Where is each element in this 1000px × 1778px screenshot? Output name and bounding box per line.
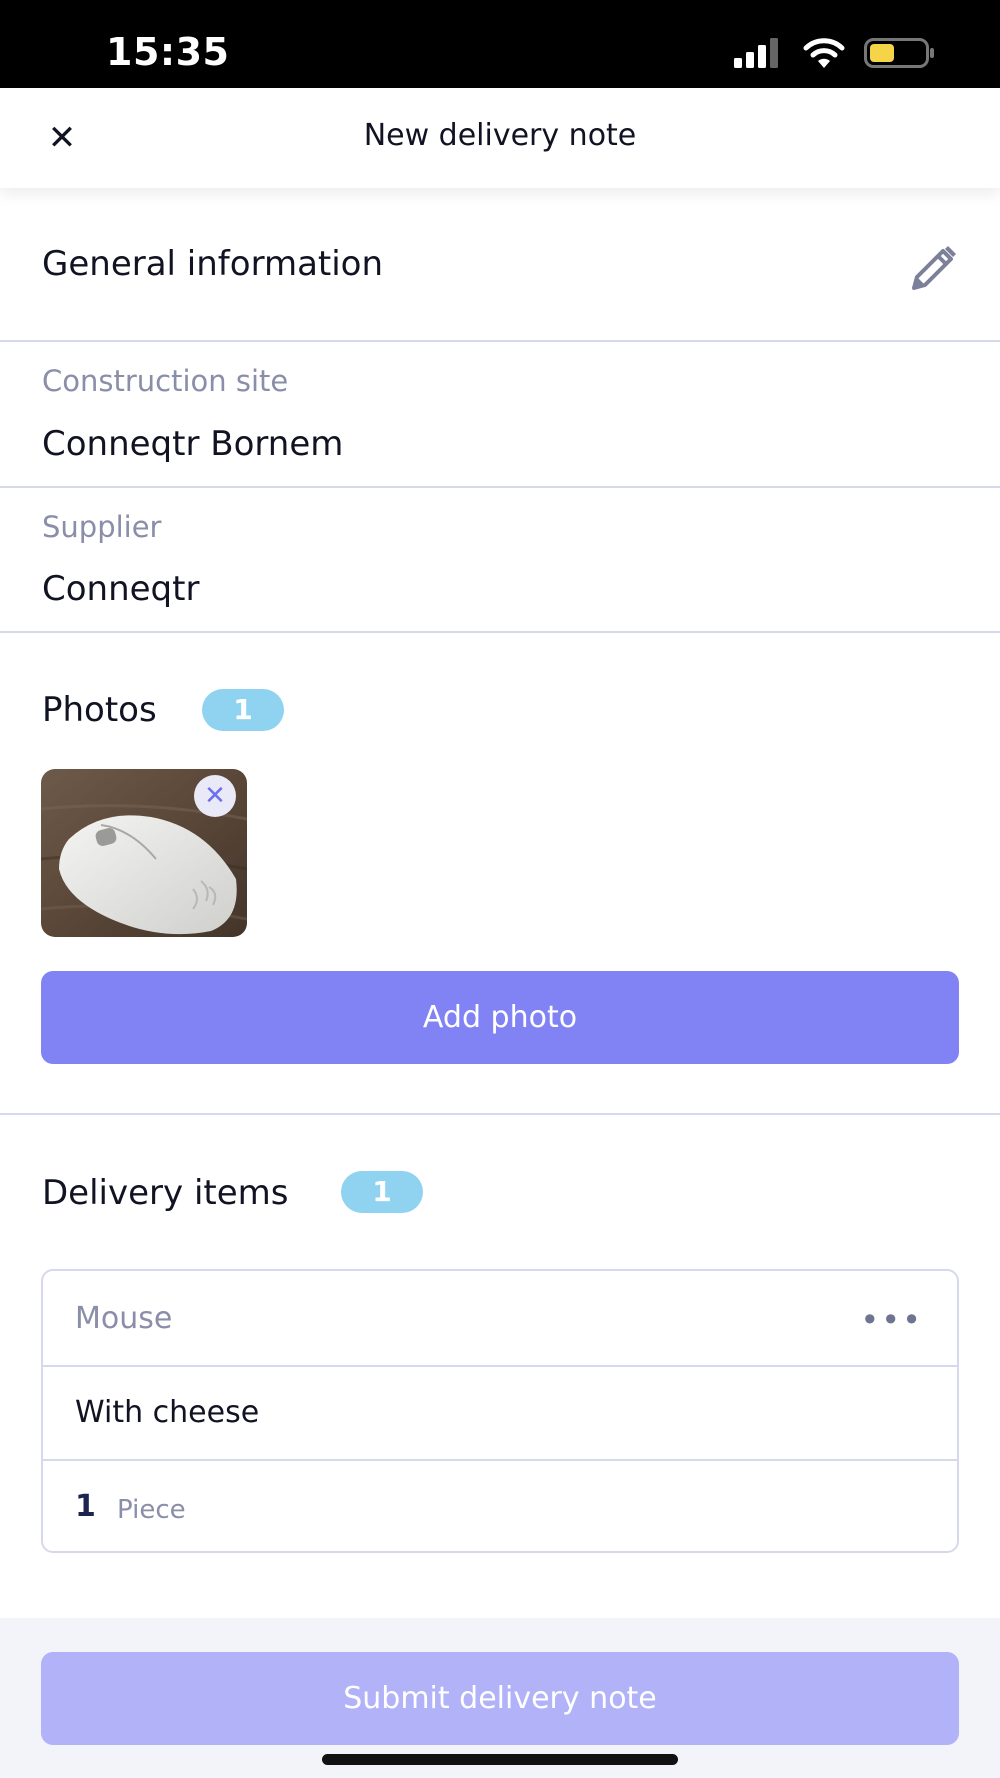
supplier-value: Conneqtr (42, 569, 200, 609)
remove-photo-icon[interactable]: ✕ (194, 775, 236, 817)
item-unit: Piece (117, 1495, 186, 1525)
home-indicator (322, 1754, 678, 1765)
status-bar: 15:35 (0, 0, 1000, 88)
nav-header: ✕ New delivery note (0, 88, 1000, 188)
wifi-icon (803, 38, 845, 68)
item-description-row: With cheese (43, 1365, 957, 1459)
item-name: Mouse (75, 1301, 173, 1336)
page-title: New delivery note (363, 118, 637, 153)
construction-site-label: Construction site (42, 364, 289, 398)
pencil-icon[interactable] (906, 242, 960, 296)
section-title-delivery-items: Delivery items (42, 1173, 289, 1213)
footer: Submit delivery note (0, 1618, 1000, 1778)
signal-icon (734, 38, 778, 68)
item-quantity: 1 (75, 1489, 96, 1524)
item-quantity-row: 1 Piece (43, 1459, 957, 1553)
general-information-section: General information (0, 188, 1000, 342)
delivery-items-count-badge: 1 (341, 1171, 423, 1213)
delivery-item-card[interactable]: Mouse ••• With cheese 1 Piece (41, 1269, 959, 1553)
item-description: With cheese (75, 1395, 260, 1430)
photos-count-badge: 1 (202, 689, 284, 731)
item-header-row: Mouse ••• (43, 1271, 957, 1365)
divider (0, 486, 1000, 488)
divider (0, 1113, 1000, 1115)
add-photo-button[interactable]: Add photo (41, 971, 959, 1064)
submit-delivery-note-button[interactable]: Submit delivery note (41, 1652, 959, 1745)
construction-site-value: Conneqtr Bornem (42, 424, 344, 464)
status-time: 15:35 (106, 30, 230, 74)
screen: 15:35 ✕ New delivery note General inform… (0, 0, 1000, 1778)
more-options-icon[interactable]: ••• (860, 1301, 923, 1339)
divider (0, 631, 1000, 633)
battery-icon (864, 38, 934, 68)
section-title-photos: Photos (42, 690, 157, 730)
divider (0, 340, 1000, 342)
section-title-general: General information (42, 244, 384, 284)
supplier-label: Supplier (42, 510, 162, 544)
